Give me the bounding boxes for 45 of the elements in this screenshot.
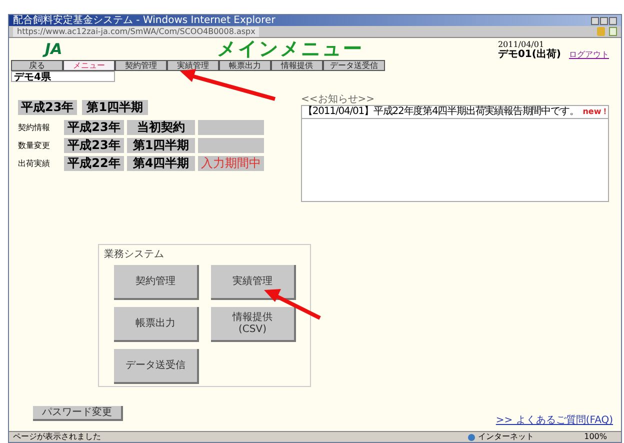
annotation-arrow — [264, 289, 321, 320]
nav-tab[interactable]: 帳票出力 — [219, 60, 271, 71]
row-label: 契約情報 — [18, 122, 51, 134]
term-cell: 第1四半期 — [127, 138, 195, 153]
prefecture-label: デモ4県 — [11, 71, 115, 82]
window-title: 配合飼料安定基金システム - Windows Internet Explorer — [13, 15, 276, 26]
date-text: 2011/04/01 — [498, 40, 544, 49]
page-title: メインメニュー — [217, 39, 364, 60]
user-name: デモ01(出荷) — [498, 49, 561, 60]
page-icon — [609, 27, 617, 36]
faq-link[interactable]: >> よくあるご質問(FAQ) — [496, 415, 613, 427]
nav-tab[interactable]: 契約管理 — [115, 60, 167, 71]
zone-text: インターネット — [478, 432, 534, 442]
logo: JA — [45, 41, 62, 57]
row-label: 数量変更 — [18, 140, 51, 152]
nav-tab[interactable]: 情報提供 — [271, 60, 323, 71]
year-cell: 平成22年 — [64, 156, 124, 171]
lock-icon — [597, 27, 605, 36]
menu-button[interactable]: 帳票出力 — [114, 307, 199, 342]
period-year: 平成23年 — [18, 100, 77, 115]
nav-tab[interactable]: 戻る — [11, 60, 63, 71]
row-label: 出荷実績 — [18, 158, 51, 170]
menu-button[interactable]: データ送受信 — [114, 349, 199, 384]
zoom-text[interactable]: 100% — [584, 432, 607, 442]
change-password-button[interactable]: パスワード変更 — [33, 406, 123, 421]
menu-button[interactable]: 実績管理 — [211, 265, 296, 300]
year-cell: 平成23年 — [64, 138, 124, 153]
address-field[interactable]: https://www.ac12zai-ja.com/SmWA/Com/SCOO4B0008.aspx — [13, 26, 260, 36]
term-cell: 第4四半期 — [127, 156, 195, 171]
state-cell: 入力期間中 — [198, 156, 264, 171]
status-text: ページが表示されました — [13, 432, 101, 442]
nav-tab[interactable]: メニュー — [63, 60, 115, 71]
globe-icon — [468, 434, 476, 440]
menu-button[interactable]: 契約管理 — [114, 265, 199, 300]
new-label: new！ — [582, 106, 610, 118]
notices-title: <<お知らせ>> — [301, 94, 376, 105]
period-quarter: 第1四半期 — [82, 100, 148, 115]
notice-text[interactable]: 【2011/04/01】平成22年度第4四半期出荷実績報告期間中です。 — [303, 106, 579, 118]
logout-link[interactable]: ログアウト — [569, 50, 609, 60]
business-title: 業務システム — [104, 249, 165, 260]
menu-button[interactable]: 情報提供 (CSV) — [211, 307, 296, 342]
year-cell: 平成23年 — [64, 120, 124, 135]
nav-tab[interactable]: データ送受信 — [323, 60, 385, 71]
nav-tab[interactable]: 実績管理 — [167, 60, 219, 71]
term-cell: 当初契約 — [127, 120, 195, 135]
